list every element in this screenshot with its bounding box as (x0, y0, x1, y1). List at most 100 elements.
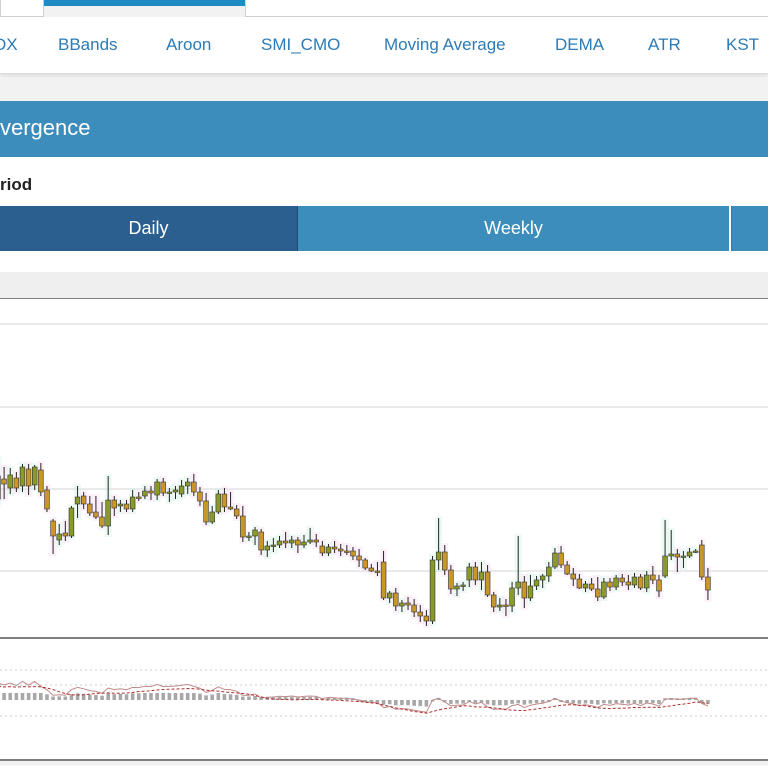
candle-body (332, 547, 337, 549)
macd-histogram-bar (602, 700, 606, 703)
candle-body (577, 579, 582, 588)
candle-body (26, 469, 31, 486)
next-period-button[interactable] (731, 206, 768, 251)
candle-body (571, 574, 576, 579)
candle-body (540, 576, 545, 580)
macd-histogram-bar (388, 700, 392, 704)
macd-histogram-bar (180, 693, 184, 700)
candle-body (406, 603, 411, 605)
candle-body (216, 494, 221, 512)
macd-histogram-bar (578, 700, 582, 704)
macd-histogram-bar (633, 700, 637, 703)
macd-histogram-bar (217, 693, 221, 700)
candle-body (504, 605, 509, 607)
macd-histogram-bar (45, 694, 49, 700)
tab-aroon[interactable]: Aroon (166, 35, 211, 55)
candle-body (259, 532, 264, 550)
macd-histogram-bar (247, 697, 251, 701)
candle-body (2, 479, 7, 484)
candle-body (485, 572, 490, 595)
macd-histogram-bar (645, 700, 649, 703)
tab-kst[interactable]: KST (726, 35, 759, 55)
macd-histogram-bar (523, 700, 527, 705)
candle-body (479, 572, 484, 580)
macd-histogram-bar (651, 700, 655, 703)
candle-body (338, 549, 343, 551)
candle-body (663, 556, 668, 576)
candle-body (534, 580, 539, 586)
macd-histogram-bar (449, 700, 453, 704)
macd-histogram-bar (571, 700, 575, 703)
candle-body (669, 554, 674, 556)
candle-body (650, 575, 655, 580)
macd-histogram-bar (253, 696, 257, 700)
candle-body (191, 482, 196, 492)
tab-moving-average[interactable]: Moving Average (384, 35, 506, 55)
candle-body (363, 560, 368, 568)
macd-histogram-bar (149, 693, 153, 700)
candle-body (149, 491, 154, 493)
macd-histogram-bar (639, 700, 643, 704)
candle-body (8, 475, 13, 488)
macd-histogram-bar (94, 695, 98, 700)
candle-body (185, 482, 190, 486)
macd-histogram-bar (186, 693, 190, 700)
macd-histogram-bar (241, 697, 245, 700)
macd-histogram-bar (15, 693, 19, 700)
candle-body (94, 512, 99, 517)
candle-body (522, 582, 527, 598)
tab-stub (245, 0, 768, 17)
candle-body (344, 551, 349, 553)
candle-body (204, 501, 209, 522)
tab-atr[interactable]: ATR (648, 35, 681, 55)
macd-histogram-bar (27, 693, 31, 700)
candle-body (142, 491, 147, 496)
candle-body (699, 545, 704, 577)
indicator-tabs: DX BBands Aroon SMI_CMO Moving Average D… (0, 17, 768, 74)
candle-body (179, 486, 184, 494)
macd-histogram-bar (425, 700, 429, 707)
chart-grid (0, 298, 768, 760)
candle-body (320, 546, 325, 553)
candle-body (57, 534, 62, 540)
candle-body (75, 497, 80, 504)
macd-chart[interactable] (0, 298, 768, 761)
macd-histogram-bar (21, 693, 25, 700)
macd-histogram-bar (161, 693, 165, 700)
tab-dx[interactable]: DX (0, 35, 18, 55)
macd-histogram-bar (235, 695, 239, 700)
tab-bbands[interactable]: BBands (58, 35, 118, 55)
tab-stub (0, 0, 44, 17)
candle-body (608, 582, 613, 587)
candle-body (442, 552, 447, 570)
macd-histogram-bar (584, 700, 588, 704)
candle-body (222, 494, 227, 507)
macd-histogram-bar (412, 700, 416, 706)
daily-button[interactable]: Daily (0, 206, 298, 251)
candle-body (681, 556, 686, 558)
candle-body (289, 540, 294, 543)
macd-histogram-bar (174, 693, 178, 700)
candle-body (14, 478, 19, 488)
weekly-button[interactable]: Weekly (298, 206, 729, 251)
macd-histogram-bar (461, 700, 465, 704)
weekly-button-label: Weekly (484, 218, 543, 239)
candle-body (583, 584, 588, 588)
tab-dema[interactable]: DEMA (555, 35, 604, 55)
macd-histogram-bar (192, 693, 196, 700)
candle-body (614, 578, 619, 587)
chart-svg (0, 298, 768, 761)
candle-body (461, 585, 466, 587)
tab-smi-cmo[interactable]: SMI_CMO (261, 35, 340, 55)
macd-histogram-bar (455, 700, 459, 704)
macd-histogram-bar (474, 700, 478, 703)
candle-body (155, 482, 160, 495)
macd-histogram-bar (596, 700, 600, 705)
candle-body (473, 567, 478, 580)
candle-body (620, 578, 625, 582)
macd-histogram-bar (516, 700, 520, 703)
macd-histogram-bar (394, 700, 398, 705)
candle-body (455, 586, 460, 589)
macd-histogram-bar (33, 693, 37, 700)
macd-histogram-bar (88, 695, 92, 700)
